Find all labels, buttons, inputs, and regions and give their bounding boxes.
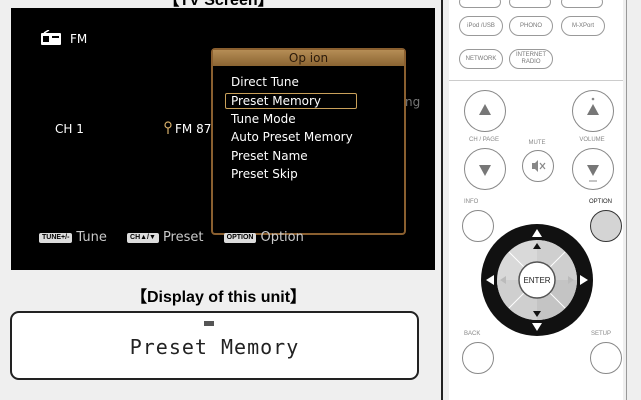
antenna-icon <box>164 121 172 134</box>
footer-tune-label: Tune <box>76 230 107 245</box>
ipod-usb-button[interactable]: iPod /USB <box>459 16 503 36</box>
triangle-down-icon <box>587 165 599 182</box>
option-item-preset-memory[interactable]: Preset Memory <box>231 94 321 108</box>
option-label: OPTION <box>589 199 613 205</box>
volume-label: VOLUME <box>579 137 605 143</box>
option-item-tune-mode[interactable]: Tune Mode <box>231 112 296 126</box>
station-label: FM 87 <box>175 122 212 136</box>
footer-tune: TUNE+/- Tune <box>39 230 107 245</box>
mute-button[interactable] <box>522 150 554 182</box>
remote-control: iPod /USB PHONO M-XPort NETWORK INTERNET… <box>449 0 623 400</box>
remote-divider <box>449 80 623 81</box>
option-item-preset-skip[interactable]: Preset Skip <box>231 167 298 181</box>
ch-button-label: CH▲/▼ <box>127 232 159 243</box>
option-menu-title: Op ion <box>213 50 404 66</box>
triangle-up-icon <box>479 104 491 115</box>
enter-label: ENTER <box>523 276 551 285</box>
source-button-partial[interactable] <box>509 0 551 8</box>
triangle-up-icon <box>587 97 599 115</box>
option-button[interactable] <box>590 210 622 242</box>
tuned-indicator <box>204 321 214 326</box>
network-button[interactable]: NETWORK <box>459 49 503 69</box>
triangle-down-icon <box>479 165 491 176</box>
divider-line <box>441 0 443 400</box>
option-item-preset-name[interactable]: Preset Name <box>231 149 308 163</box>
speaker-mute-icon <box>532 160 546 172</box>
internet-radio-button[interactable]: INTERNET RADIO <box>509 49 553 69</box>
ch-page-up-button[interactable] <box>464 90 506 132</box>
source-button-partial[interactable] <box>459 0 501 8</box>
tv-screen: FM CH 1 FM 87 ng Op ion Direct Tune Pres… <box>11 8 435 270</box>
ch-page-label: CH / PAGE <box>469 137 499 143</box>
divider-line-right <box>626 0 627 400</box>
back-button[interactable] <box>462 342 494 374</box>
ch-page-down-button[interactable] <box>464 148 506 190</box>
channel-label: CH 1 <box>55 122 84 136</box>
setup-label: SETUP <box>591 331 612 337</box>
volume-up-button[interactable] <box>572 90 614 132</box>
footer-preset-label: Preset <box>162 230 204 245</box>
back-label: BACK <box>464 331 481 337</box>
tv-screen-heading: 【TV Screen】 <box>163 0 274 9</box>
footer-option-label: Option <box>260 230 304 245</box>
unit-display: Preset Memory <box>10 311 419 380</box>
option-item-direct-tune[interactable]: Direct Tune <box>231 75 299 89</box>
source-button-partial[interactable] <box>561 0 603 8</box>
phono-button[interactable]: PHONO <box>509 16 553 36</box>
setup-button[interactable] <box>590 342 622 374</box>
source-label: FM <box>70 32 88 46</box>
tune-button-label: TUNE+/- <box>39 232 73 243</box>
unit-display-heading: 【Display of this unit】 <box>130 289 307 306</box>
footer-hints: TUNE+/- Tune CH▲/▼ Preset OPTION Option <box>39 230 320 246</box>
truncated-text: ng <box>405 95 421 109</box>
mute-label: MUTE <box>528 140 546 146</box>
footer-preset: CH▲/▼ Preset <box>127 230 203 245</box>
option-item-auto-preset-memory[interactable]: Auto Preset Memory <box>231 130 353 144</box>
option-button-label: OPTION <box>223 232 257 243</box>
option-menu: Op ion Direct Tune Preset Memory Tune Mo… <box>211 48 406 235</box>
unit-display-text: Preset Memory <box>129 335 300 359</box>
volume-down-button[interactable] <box>572 148 614 190</box>
info-label: INFO <box>464 199 479 205</box>
footer-option: OPTION Option <box>223 230 304 245</box>
radio-icon <box>41 30 61 45</box>
m-xport-button[interactable]: M-XPort <box>561 16 605 36</box>
